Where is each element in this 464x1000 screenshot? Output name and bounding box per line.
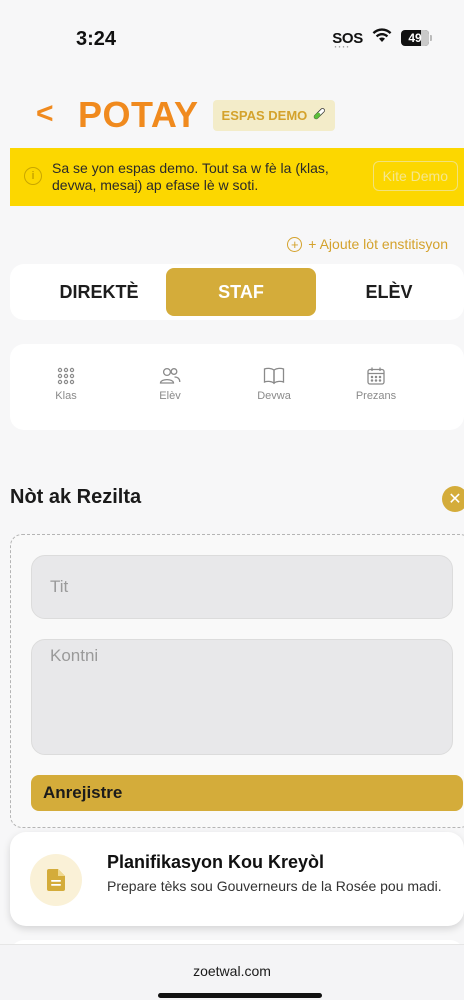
calendar-icon xyxy=(366,366,386,386)
role-tabs: DIREKTÈ STAF ELÈV xyxy=(10,264,464,320)
app-header: < POTAY ESPAS DEMO xyxy=(36,94,336,136)
book-icon xyxy=(263,366,285,386)
back-button[interactable]: < xyxy=(36,99,66,129)
section-title: Nòt ak Rezilta xyxy=(10,486,142,508)
nav-item-prezans[interactable]: Prezans xyxy=(346,366,406,402)
note-title: Planifikasyon Kou Kreyòl xyxy=(107,852,325,872)
nav-item-elev[interactable]: Elèv xyxy=(140,366,200,402)
status-bar: 3:24 SOS 49 xyxy=(0,0,464,80)
tab-direkte[interactable]: DIREKTÈ xyxy=(24,268,174,316)
wifi-icon xyxy=(372,28,392,48)
title-input[interactable]: Tit xyxy=(31,555,453,619)
info-icon: i xyxy=(24,167,42,185)
nav-item-klas[interactable]: Klas xyxy=(36,366,96,402)
nav-label: Elèv xyxy=(159,390,181,402)
tab-staf[interactable]: STAF xyxy=(166,268,316,316)
url-display[interactable]: zoetwal.com xyxy=(0,963,464,979)
test-tube-icon xyxy=(312,107,326,124)
close-icon[interactable]: ✕ xyxy=(442,486,464,512)
document-icon xyxy=(30,854,82,906)
note-card[interactable]: Planifikasyon Kou Kreyòl Prepare tèks so… xyxy=(10,832,464,926)
nav-item-devwa[interactable]: Devwa xyxy=(244,366,304,402)
note-description: Prepare tèks sou Gouverneurs de la Rosée… xyxy=(107,878,442,894)
users-icon xyxy=(159,366,181,386)
demo-badge-label: ESPAS DEMO xyxy=(221,107,308,123)
home-indicator[interactable] xyxy=(158,993,322,998)
exit-demo-button[interactable]: Kite Demo xyxy=(372,161,458,191)
save-button[interactable]: Anrejistre xyxy=(31,775,463,811)
feature-nav: Klas Elèv Devwa Prezans xyxy=(10,344,464,430)
sos-indicator: SOS xyxy=(332,30,363,52)
browser-bar: zoetwal.com xyxy=(0,944,464,1000)
plus-circle-icon: + xyxy=(287,236,303,252)
grid-icon xyxy=(56,366,76,386)
status-time: 3:24 xyxy=(76,28,117,50)
demo-badge: ESPAS DEMO xyxy=(212,99,336,131)
battery-level: 49 xyxy=(408,31,422,45)
status-icons: SOS 49 xyxy=(332,28,432,52)
content-textarea[interactable]: Kontni xyxy=(31,639,453,755)
app-title: POTAY xyxy=(78,94,199,135)
nav-label: Prezans xyxy=(355,390,397,402)
battery-icon: 49 xyxy=(401,30,432,46)
banner-text: Sa se yon espas demo. Tout sa w fè la (k… xyxy=(52,160,329,193)
nav-label: Klas xyxy=(55,390,77,402)
add-institution-label: + Ajoute lòt enstitisyon xyxy=(308,236,448,252)
nav-label: Devwa xyxy=(257,390,291,402)
demo-banner: i Sa se yon espas demo. Tout sa w fè la … xyxy=(10,148,464,206)
add-institution-link[interactable]: + + Ajoute lòt enstitisyon xyxy=(287,236,448,252)
tab-elev[interactable]: ELÈV xyxy=(314,268,464,316)
note-form: Tit Kontni Anrejistre xyxy=(10,534,464,828)
